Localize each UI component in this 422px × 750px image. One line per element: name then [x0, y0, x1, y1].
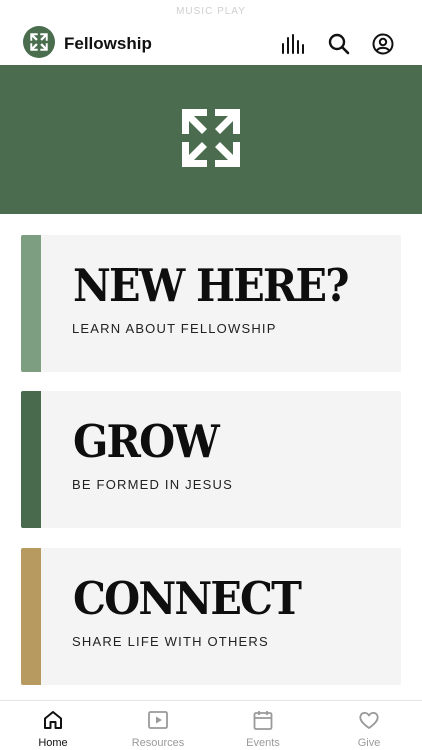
tab-label: Resources — [131, 737, 185, 749]
hero-banner — [0, 65, 422, 214]
tab-label: Give — [357, 737, 381, 749]
audio-bars-icon[interactable] — [280, 31, 306, 57]
card-new-here[interactable]: NEW HERE? LEARN ABOUT FELLOWSHIP — [21, 235, 401, 372]
tab-give[interactable]: Give — [329, 709, 409, 749]
play-square-icon — [148, 711, 168, 729]
tab-label: Events — [246, 737, 280, 749]
tab-label: Home — [38, 737, 68, 749]
tab-events[interactable]: Events — [223, 709, 303, 749]
card-title: NEW HERE? — [73, 259, 349, 312]
profile-icon[interactable] — [370, 31, 396, 57]
card-subtitle: LEARN ABOUT FELLOWSHIP — [72, 321, 277, 336]
card-title: GROW — [73, 415, 220, 468]
heart-icon — [359, 712, 379, 729]
card-subtitle: BE FORMED IN JESUS — [72, 477, 234, 492]
bottom-tab-bar: Home Resources Events Give — [0, 700, 422, 750]
status-bar-text: MUSIC PLAY — [176, 6, 246, 17]
home-icon — [44, 711, 62, 729]
app-title: Fellowship — [64, 34, 152, 53]
card-connect[interactable]: CONNECT SHARE LIFE WITH OTHERS — [21, 548, 401, 685]
app-header: Fellowship — [0, 22, 422, 64]
card-accent-stripe — [21, 391, 41, 528]
calendar-icon — [253, 711, 273, 730]
tab-resources[interactable]: Resources — [118, 709, 198, 749]
card-title: CONNECT — [73, 572, 302, 625]
app-logo[interactable] — [23, 26, 55, 58]
search-icon[interactable] — [326, 31, 352, 57]
card-accent-stripe — [21, 235, 41, 372]
card-grow[interactable]: GROW BE FORMED IN JESUS — [21, 391, 401, 528]
card-subtitle: SHARE LIFE WITH OTHERS — [72, 634, 269, 649]
tab-home[interactable]: Home — [13, 709, 93, 749]
fellowship-logo-icon — [30, 33, 48, 51]
fellowship-emblem-icon — [182, 109, 240, 167]
card-accent-stripe — [21, 548, 41, 685]
